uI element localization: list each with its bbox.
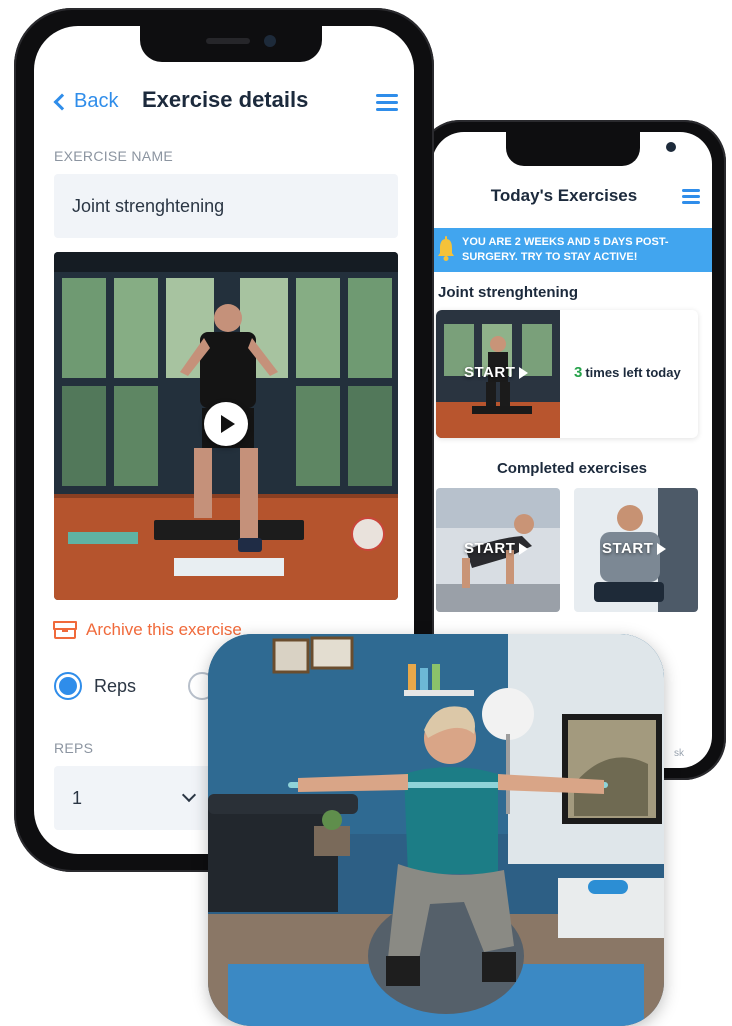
archive-box-icon xyxy=(53,621,77,639)
measure-type-radio-group: Reps xyxy=(54,672,217,700)
completed-exercise-thumb[interactable]: START xyxy=(574,488,698,612)
page-title: Exercise details xyxy=(142,87,309,112)
completed-exercise-thumb[interactable]: START xyxy=(436,488,560,612)
radio-reps[interactable] xyxy=(54,672,82,700)
play-icon xyxy=(519,366,529,379)
phone-notch xyxy=(506,132,676,166)
post-surgery-banner: You are 2 weeks and 5 days post-surgery.… xyxy=(432,228,712,272)
header: Today's Exercises xyxy=(432,186,712,210)
archive-label: Archive this exercise xyxy=(86,620,242,639)
exercise-name-label: EXERCISE NAME xyxy=(54,148,174,164)
times-left: 3 times left today xyxy=(574,364,681,381)
start-button[interactable]: START xyxy=(602,540,667,557)
banner-text: You are 2 weeks and 5 days post-surgery.… xyxy=(462,236,669,263)
hamburger-menu-icon[interactable] xyxy=(682,189,700,204)
phone-notch xyxy=(140,26,322,62)
speaker-grille xyxy=(206,38,250,44)
reps-label: REPS xyxy=(54,740,94,756)
completed-exercises-title: Completed exercises xyxy=(496,460,648,477)
start-button[interactable]: START xyxy=(464,364,529,381)
play-icon xyxy=(519,542,529,555)
back-label: Back xyxy=(74,90,119,112)
page-title: Today's Exercises xyxy=(490,186,638,205)
play-icon xyxy=(657,542,667,555)
exercise-title: Joint strenghtening xyxy=(438,284,578,301)
radio-reps-label: Reps xyxy=(94,675,137,696)
exercise-video[interactable] xyxy=(54,252,398,600)
camera-dot xyxy=(666,142,676,152)
start-button[interactable]: START xyxy=(464,540,529,557)
exercise-name-field[interactable]: Joint strenghtening xyxy=(54,174,398,238)
exercise-card[interactable]: START 3 times left today xyxy=(436,310,698,438)
back-button[interactable]: Back xyxy=(53,90,119,113)
hamburger-menu-icon[interactable] xyxy=(376,94,398,111)
bottom-nav-label[interactable]: sk xyxy=(674,748,684,759)
chevron-down-icon xyxy=(181,787,197,803)
chevron-left-icon xyxy=(53,93,71,111)
play-icon xyxy=(221,415,235,433)
bell-icon xyxy=(438,236,454,261)
camera-dot xyxy=(264,35,276,47)
play-button[interactable] xyxy=(204,402,248,446)
exercise-thumbnail[interactable]: START xyxy=(436,310,560,438)
archive-exercise-button[interactable]: Archive this exercise xyxy=(53,620,242,640)
senior-exercise-photo xyxy=(208,634,664,1026)
